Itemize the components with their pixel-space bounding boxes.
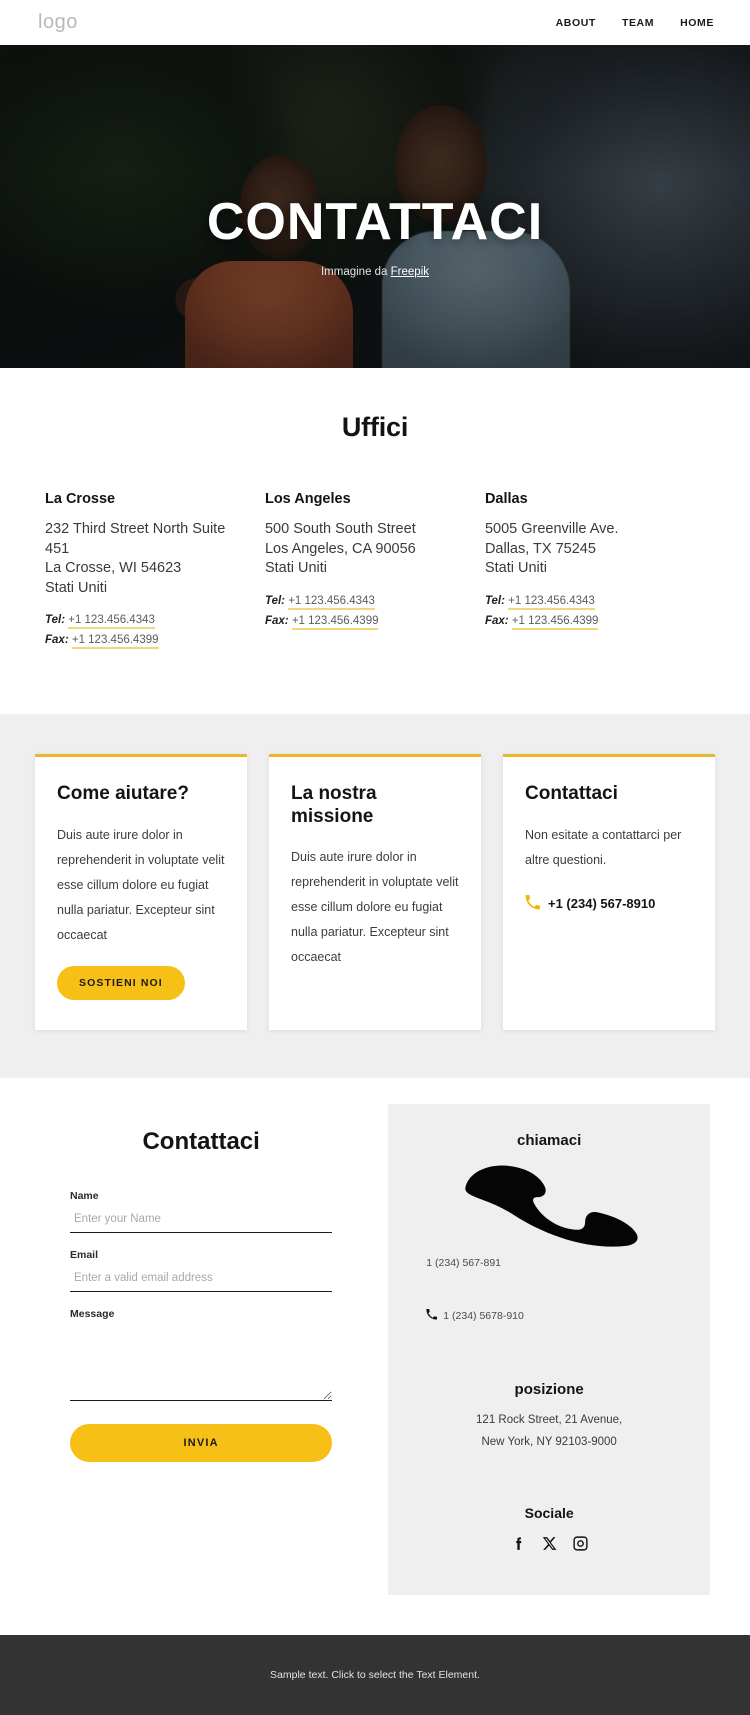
card-body: Non esitate a contattarci per altre ques… (525, 827, 682, 867)
card-title: Come aiutare? (57, 783, 189, 805)
phone-primary: 1 (234) 567-891 (426, 1256, 502, 1269)
chiamaci-title: chiamaci (517, 1131, 582, 1149)
handset-icon (412, 1155, 686, 1247)
site-logo[interactable]: logo (38, 11, 78, 34)
nav-item-home[interactable]: HOME (680, 17, 714, 29)
offices-title: Uffici (341, 412, 409, 442)
message-label: Message (70, 1307, 115, 1320)
footer-text[interactable]: Sample text. Click to select the Text El… (270, 1669, 480, 1681)
card-title: Contattaci (525, 783, 618, 805)
nav-item-about[interactable]: ABOUT (556, 17, 596, 29)
feature-card-come-aiutare: Come aiutare? Duis aute irure dolor in r… (35, 754, 247, 1030)
office-fax-row: Fax: +1 123.456.4399 (484, 614, 677, 630)
sostieni-noi-button[interactable]: SOSTIENI NOI (57, 965, 185, 1000)
office-fax-value[interactable]: +1 123.456.4399 (511, 614, 599, 630)
office-fax-label: Fax: (45, 634, 69, 647)
office-tel-label: Tel: (484, 594, 505, 607)
office-tel-label: Tel: (264, 594, 285, 607)
card-phone-number: +1 (234) 567-8910 (548, 896, 656, 912)
office-fax-label: Fax: (264, 614, 289, 627)
phone-icon (525, 894, 540, 913)
card-body: Duis aute irure dolor in reprehenderit i… (57, 827, 225, 942)
card-phone-row[interactable]: +1 (234) 567-8910 (525, 894, 693, 913)
office-fax-row: Fax: +1 123.456.4399 (264, 614, 457, 630)
posizione-title: posizione (514, 1380, 584, 1398)
office-name: Dallas (484, 491, 528, 507)
feature-cards-section: Come aiutare? Duis aute irure dolor in r… (0, 714, 750, 1078)
office-tel-row: Tel: +1 123.456.4343 (264, 594, 457, 610)
office-tel-row: Tel: +1 123.456.4343 (45, 614, 237, 630)
office-tel-value[interactable]: +1 123.456.4343 (508, 594, 595, 610)
email-label: Email (70, 1248, 99, 1261)
feature-card-contattaci: Contattaci Non esitate a contattarci per… (503, 754, 715, 1030)
office-fax-row: Fax: +1 123.456.4399 (45, 634, 237, 650)
main-nav: ABOUT TEAM HOME (556, 17, 714, 29)
offices-section: Uffici La Crosse 232 Third Street North … (0, 368, 750, 715)
feature-cards: Come aiutare? Duis aute irure dolor in r… (0, 754, 750, 1030)
contact-form: Contattaci Name Email Message INVIA (40, 1104, 362, 1462)
hero-credit-prefix: Immagine da (320, 265, 391, 278)
office-card: La Crosse 232 Third Street North Suite 4… (45, 491, 265, 654)
name-label: Name (70, 1189, 99, 1202)
site-header: logo ABOUT TEAM HOME (0, 0, 750, 45)
contact-section: Contattaci Name Email Message INVIA chia… (0, 1077, 750, 1636)
sociale-title: Sociale (524, 1505, 574, 1522)
office-fax-label: Fax: (484, 614, 509, 627)
office-fax-value[interactable]: +1 123.456.4399 (291, 614, 379, 630)
hero-image-credit: Immagine da Freepik (321, 266, 429, 278)
site-footer: Sample text. Click to select the Text El… (0, 1635, 750, 1715)
message-field-group: Message (70, 1307, 333, 1406)
nav-item-team[interactable]: TEAM (622, 17, 654, 29)
office-address: 500 South South Street Los Angeles, CA 9… (264, 521, 416, 577)
office-fax-value[interactable]: +1 123.456.4399 (71, 634, 159, 650)
feature-card-la-nostra-missione: La nostra missione Duis aute irure dolor… (269, 754, 481, 1030)
email-field-group: Email (70, 1248, 333, 1292)
phone-secondary-number: 1 (234) 5678-910 (443, 1309, 524, 1322)
office-address: 232 Third Street North Suite 451 La Cros… (45, 521, 226, 596)
office-address: 5005 Greenville Ave. Dallas, TX 75245 St… (484, 521, 619, 577)
office-name: Los Angeles (264, 491, 351, 507)
facebook-icon[interactable] (510, 1535, 527, 1557)
x-twitter-icon[interactable] (541, 1535, 558, 1557)
office-tel-value[interactable]: +1 123.456.4343 (68, 614, 155, 630)
phone-icon (426, 1308, 438, 1323)
contact-info-panel: chiamaci 1 (234) 567-891 1 (234) 5678-91… (388, 1103, 710, 1596)
instagram-icon[interactable] (572, 1535, 589, 1557)
office-tel-row: Tel: +1 123.456.4343 (484, 594, 677, 610)
card-title: La nostra missione (291, 783, 377, 827)
office-tel-label: Tel: (45, 614, 66, 627)
office-tel-value[interactable]: +1 123.456.4343 (288, 594, 375, 610)
office-card: Dallas 5005 Greenville Ave. Dallas, TX 7… (485, 491, 705, 654)
invia-submit-button[interactable]: INVIA (70, 1423, 333, 1462)
hero-banner: CONTATTACI Immagine da Freepik (0, 45, 750, 368)
social-links (412, 1535, 686, 1557)
card-body: Duis aute irure dolor in reprehenderit i… (291, 850, 459, 965)
phone-secondary-row[interactable]: 1 (234) 5678-910 (412, 1308, 686, 1323)
office-card: Los Angeles 500 South South Street Los A… (265, 491, 485, 654)
contact-form-title: Contattaci (142, 1127, 260, 1155)
office-name: La Crosse (45, 491, 116, 507)
freepik-link[interactable]: Freepik (391, 266, 429, 278)
name-field-group: Name (70, 1189, 333, 1233)
name-input[interactable] (70, 1209, 333, 1233)
page-root: logo ABOUT TEAM HOME CONTATTACI Immagine… (0, 0, 750, 1715)
location-address: 121 Rock Street, 21 Avenue, New York, NY… (476, 1413, 623, 1448)
offices-grid: La Crosse 232 Third Street North Suite 4… (0, 491, 750, 654)
message-textarea[interactable] (70, 1326, 333, 1401)
hero-title: CONTATTACI (206, 192, 544, 251)
email-input[interactable] (70, 1268, 333, 1292)
